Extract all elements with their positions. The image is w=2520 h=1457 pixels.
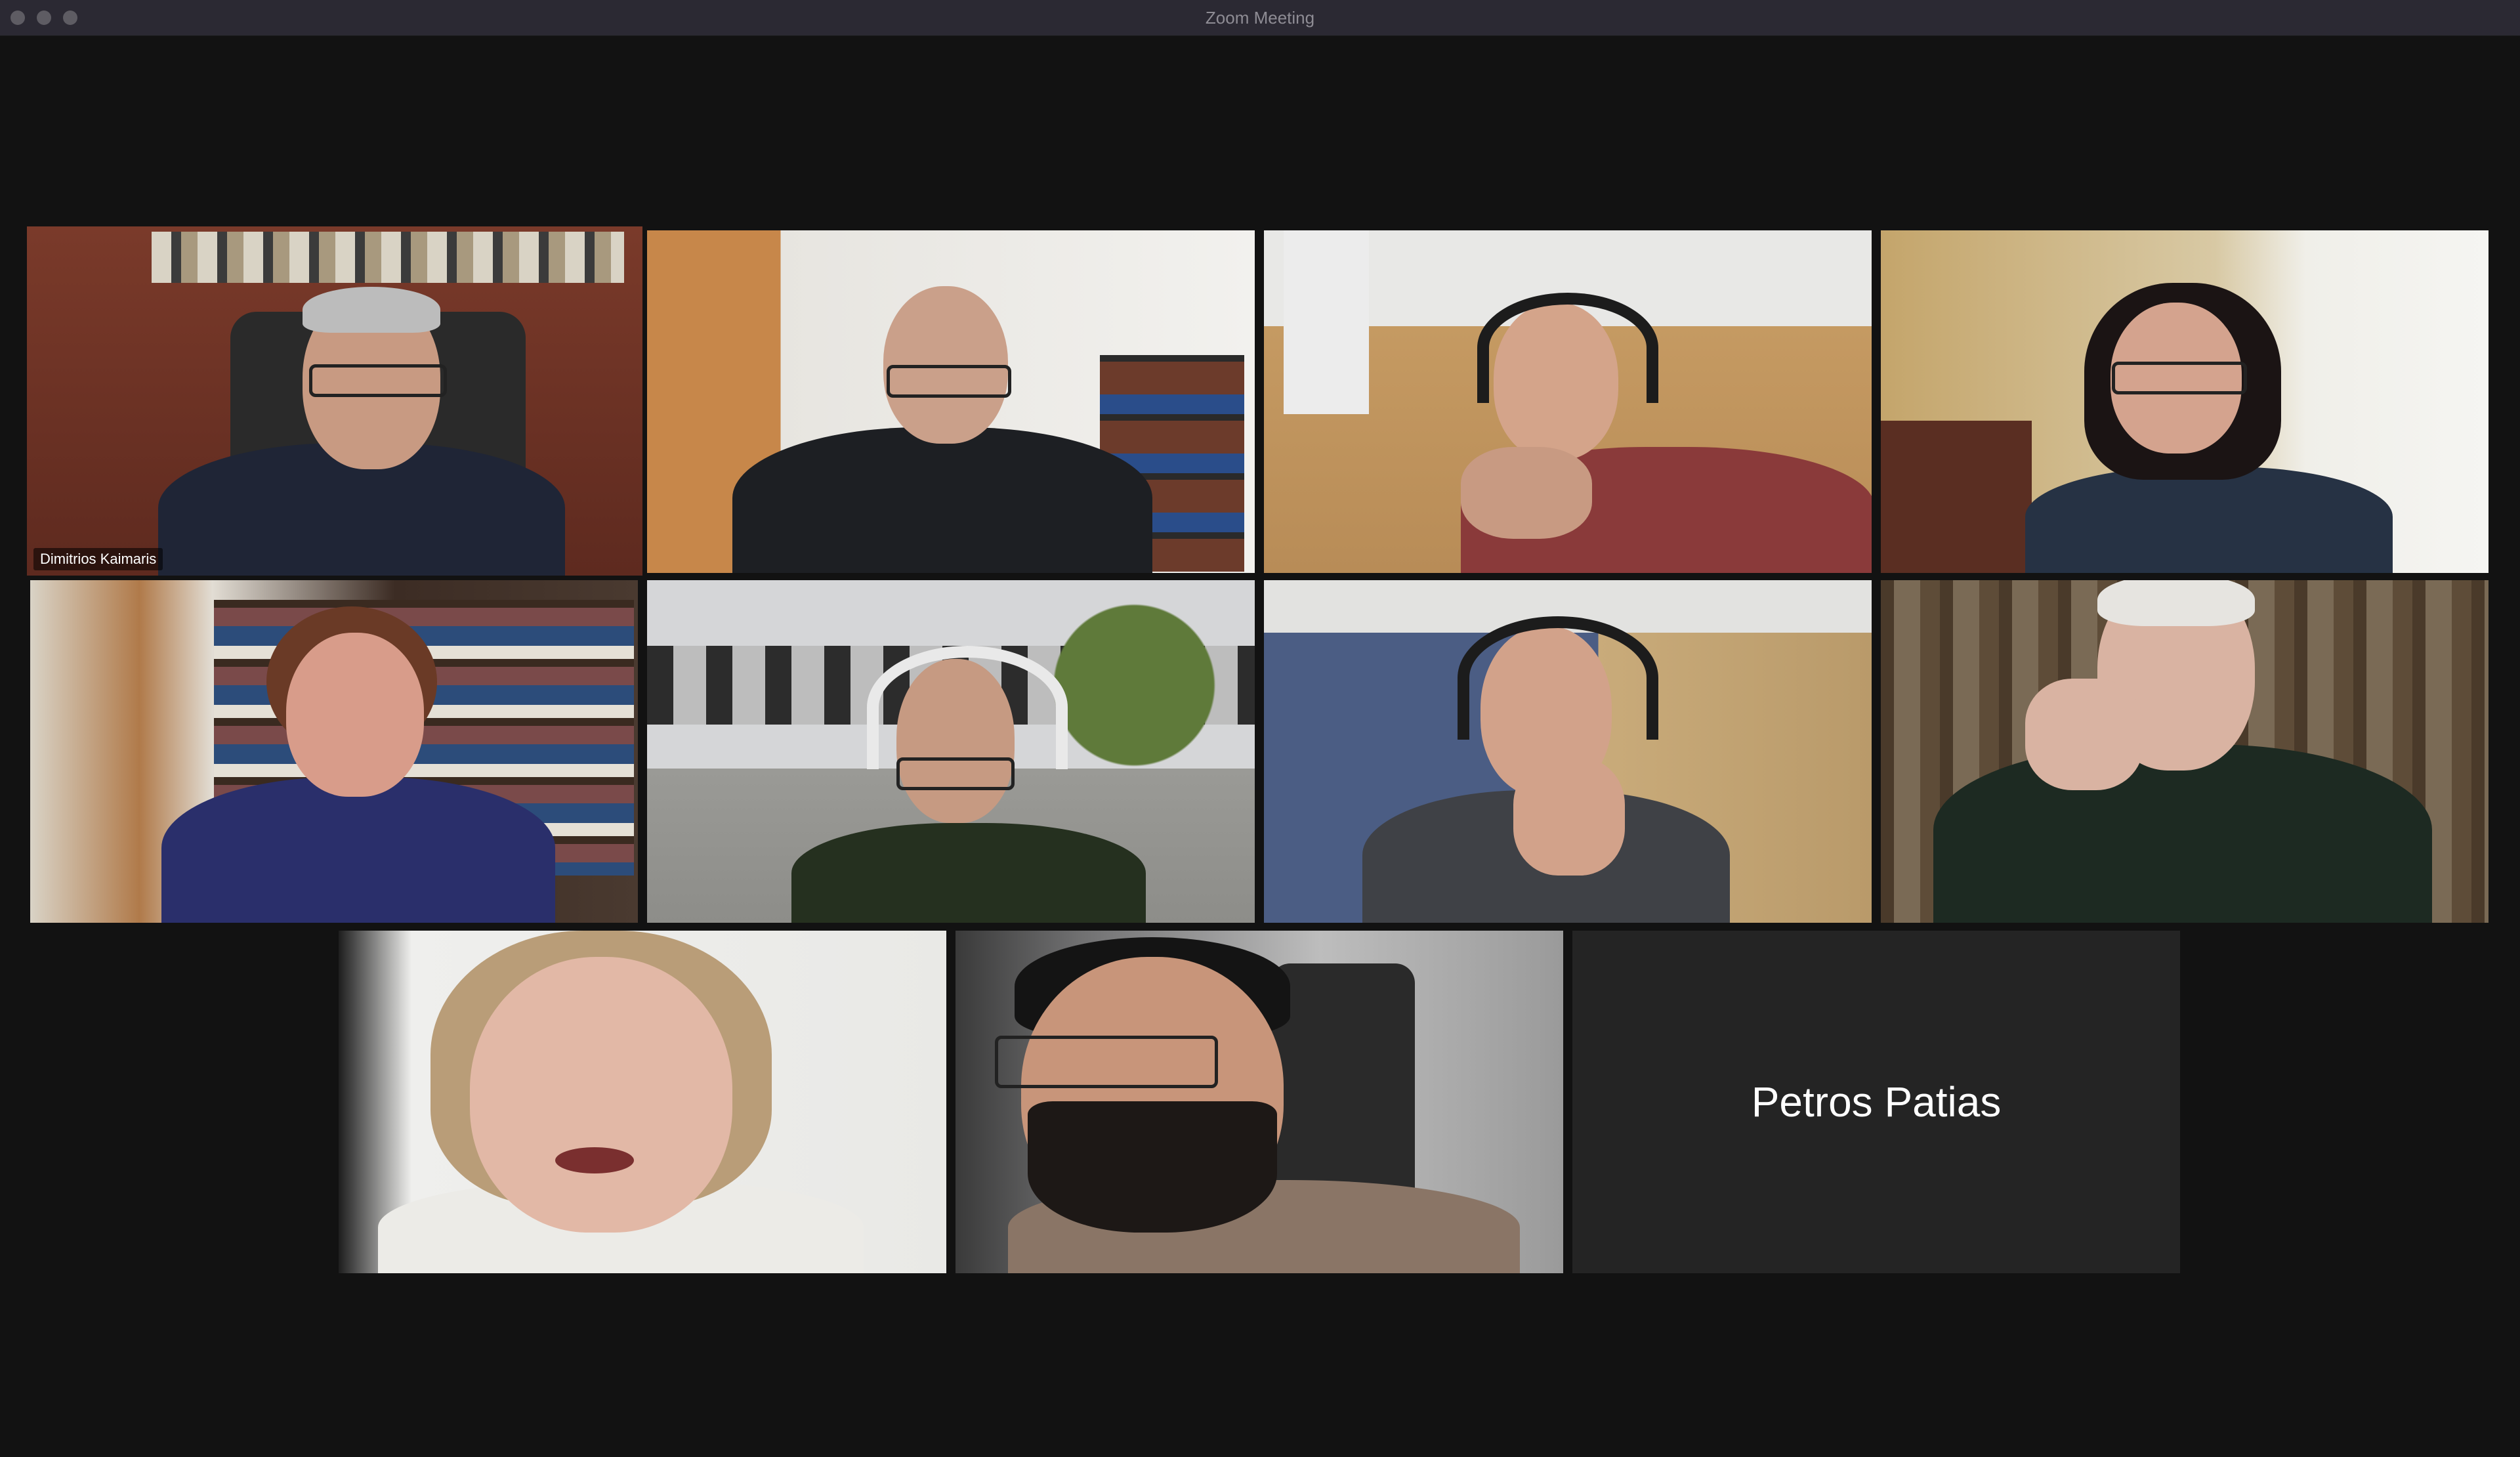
participant-video-tile[interactable]: Dimitrios Kaimaris [27,226,642,576]
participant-video-tile[interactable] [1264,580,1872,923]
window-title: Zoom Meeting [1205,8,1315,28]
participant-name-label: Dimitrios Kaimaris [33,548,163,570]
participant-video-tile[interactable] [1264,230,1872,573]
window-titlebar: Zoom Meeting [0,0,2520,36]
participant-video-tile[interactable] [956,931,1563,1273]
participant-video-tile[interactable] [339,931,946,1273]
participant-video-tile[interactable] [1881,230,2488,573]
participant-video-tile[interactable] [647,230,1255,573]
participant-name-label: Petros Patias [1751,1078,2002,1126]
participant-no-video-tile[interactable]: Petros Patias [1572,931,2180,1273]
participant-video-tile[interactable] [30,580,638,923]
participant-video-tile[interactable] [1881,580,2488,923]
participant-video-tile[interactable] [647,580,1255,923]
